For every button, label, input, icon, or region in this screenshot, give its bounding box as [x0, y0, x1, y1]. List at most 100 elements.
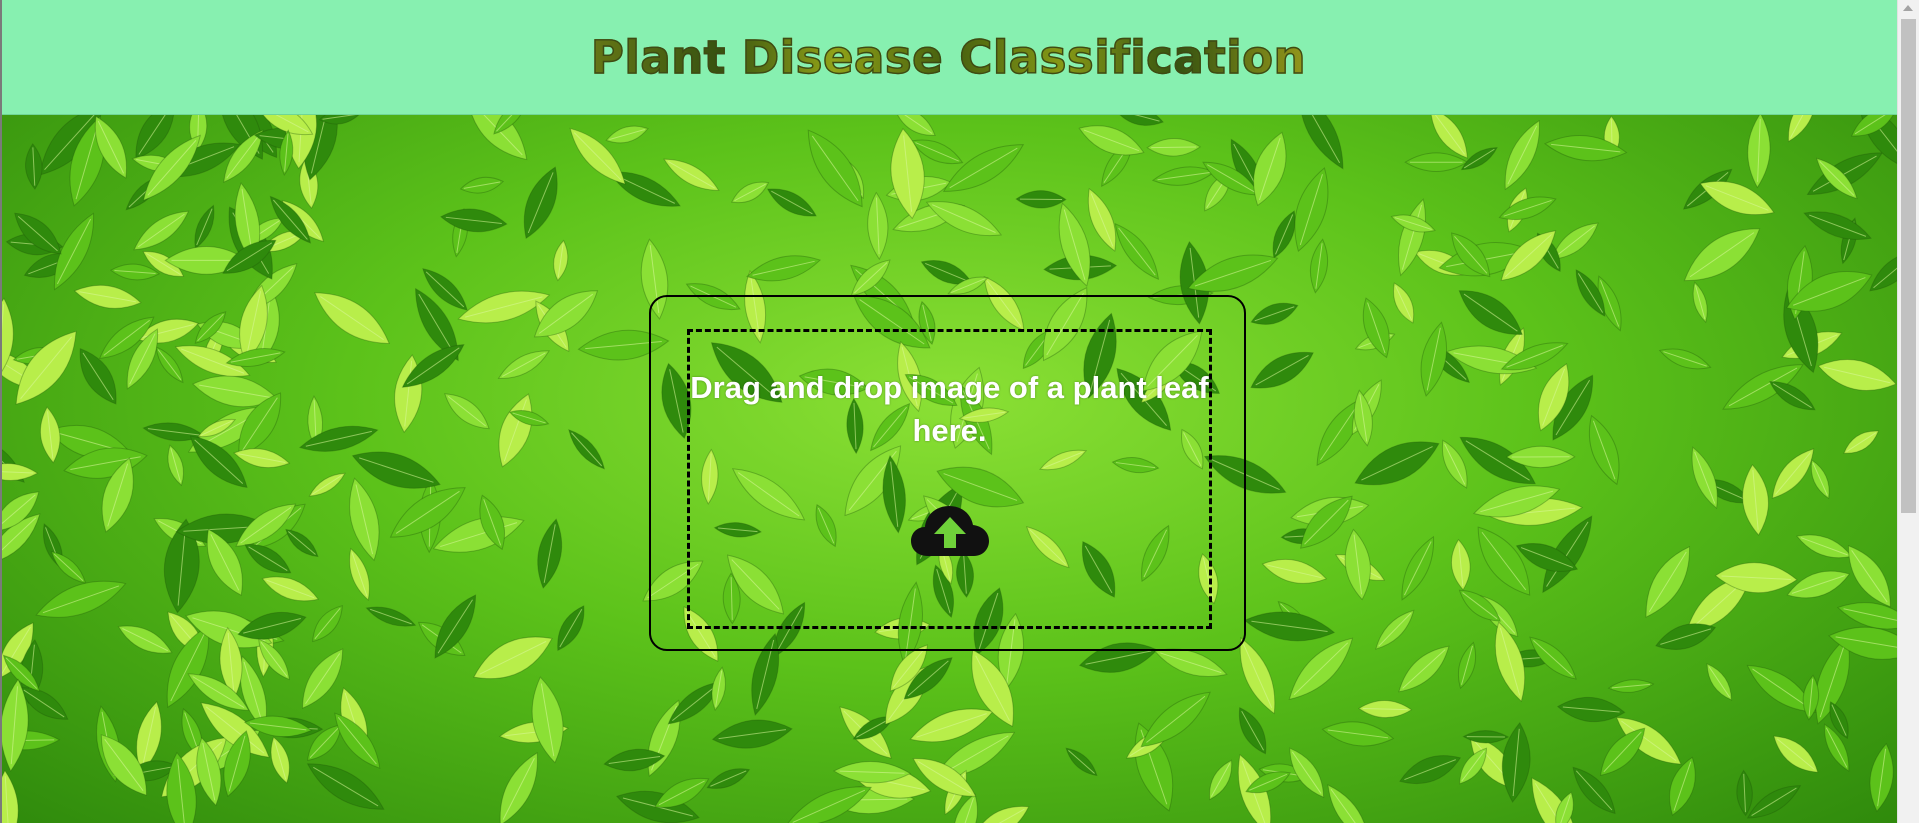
leaf-shape: [1404, 152, 1469, 172]
leaf-shape: [1669, 756, 1696, 816]
leaf-shape: [1869, 250, 1897, 292]
leaf-shape: [1588, 414, 1620, 486]
leaf-shape: [730, 181, 770, 204]
leaf-shape: [444, 393, 490, 430]
leaf-shape: [807, 129, 863, 208]
leaf-shape: [459, 176, 505, 194]
cloud-upload-icon[interactable]: [910, 502, 990, 558]
leaf-shape: [867, 191, 889, 261]
leaf-shape: [50, 551, 87, 584]
leaf-shape: [1321, 721, 1395, 747]
leaf-shape: [499, 751, 538, 823]
leaf-shape: [25, 143, 43, 190]
leaf-shape: [1706, 663, 1733, 701]
leaf-shape: [605, 125, 649, 144]
leaf-shape: [1209, 759, 1233, 801]
leaf-shape: [117, 625, 173, 654]
app-page: Plant Disease Classification Drag and dr…: [0, 0, 1919, 823]
leaf-shape: [167, 444, 184, 487]
leaf-shape: [1691, 446, 1718, 510]
leaf-shape: [312, 605, 343, 643]
leaf-shape: [1401, 535, 1435, 601]
leaf-shape: [1457, 641, 1477, 690]
leaf-shape: [73, 284, 142, 309]
leaf-shape: [1817, 359, 1897, 391]
leaf-shape: [1773, 735, 1819, 773]
leaf-shape: [1501, 721, 1531, 803]
leaf-shape: [133, 210, 190, 251]
leaf-shape: [473, 636, 553, 680]
leaf-shape: [557, 605, 585, 652]
leaf-shape: [1786, 570, 1851, 599]
leaf-shape: [1015, 190, 1067, 209]
leaf-shape: [349, 477, 380, 562]
leaf-shape: [314, 292, 390, 344]
leaf-shape: [270, 736, 290, 784]
leaf-shape: [1146, 138, 1202, 157]
leaf-shape: [1399, 755, 1462, 785]
leaf-shape: [1243, 611, 1336, 642]
leaf-shape: [1398, 645, 1450, 693]
leaf-shape: [1803, 211, 1872, 240]
leaf-shape: [1796, 534, 1853, 559]
leaf-shape: [663, 158, 720, 191]
leaf-shape: [553, 239, 569, 282]
leaf-shape: [1309, 238, 1329, 294]
leaf-shape: [1806, 152, 1884, 195]
leaf-shape: [1375, 609, 1415, 650]
leaf-shape: [0, 463, 39, 481]
leaf-shape: [0, 769, 19, 823]
leaf-shape: [531, 676, 564, 764]
leaf-shape: [308, 472, 346, 497]
leaf-shape: [568, 429, 606, 470]
app-title: Plant Disease Classification: [590, 30, 1307, 84]
scroll-thumb[interactable]: [1901, 19, 1916, 513]
leaf-shape: [1683, 228, 1761, 282]
leaf-shape: [1869, 742, 1894, 813]
leaf-shape: [706, 768, 751, 789]
leaf-shape: [497, 350, 550, 380]
leaf-shape: [1238, 706, 1267, 755]
leaf-shape: [1747, 115, 1771, 189]
leaf-shape: [285, 528, 319, 558]
leaf-shape: [194, 204, 215, 250]
vertical-scrollbar[interactable]: [1897, 0, 1919, 823]
leaf-shape: [440, 208, 508, 233]
leaf-shape: [1113, 115, 1164, 126]
leaf-shape: [711, 666, 726, 712]
leaf-shape: [1294, 167, 1329, 253]
leaf-shape: [1065, 747, 1098, 777]
leaf-shape: [365, 606, 417, 627]
leaf-shape: [766, 188, 817, 217]
leaf-shape: [537, 518, 563, 589]
leaf-shape: [1722, 364, 1804, 410]
leaf-shape: [1504, 119, 1540, 191]
leaf-shape: [1645, 545, 1691, 618]
leaf-shape: [1658, 348, 1712, 370]
leaf-shape: [1344, 528, 1371, 601]
leaf-shape: [498, 393, 533, 468]
leaf-shape: [1250, 302, 1299, 325]
leaf-shape: [1787, 115, 1817, 143]
leaf-shape: [1250, 351, 1314, 389]
leaf-shape: [1736, 769, 1753, 817]
leaf-shape: [942, 144, 1025, 192]
app-header: Plant Disease Classification: [0, 0, 1897, 115]
scroll-up-arrow-icon[interactable]: [1903, 5, 1913, 11]
leaf-shape: [1114, 223, 1160, 280]
leaf-shape: [1327, 784, 1370, 823]
leaf-shape: [893, 115, 936, 137]
leaf-shape: [1140, 691, 1211, 748]
leaf-shape: [1556, 696, 1626, 723]
leaf-shape: [523, 166, 558, 240]
leaf-shape: [1358, 700, 1413, 719]
leaf-shape: [261, 576, 320, 602]
leaf-shape: [1451, 538, 1471, 591]
drop-instructions: Drag and drop image of a plant leaf here…: [690, 370, 1209, 448]
leaf-shape: [1298, 115, 1344, 170]
leaf-shape: [1362, 297, 1390, 359]
leaf-shape: [39, 406, 61, 464]
leaf-shape: [1462, 730, 1510, 744]
leaf-shape: [1843, 430, 1880, 454]
window-left-edge: [0, 0, 2, 823]
